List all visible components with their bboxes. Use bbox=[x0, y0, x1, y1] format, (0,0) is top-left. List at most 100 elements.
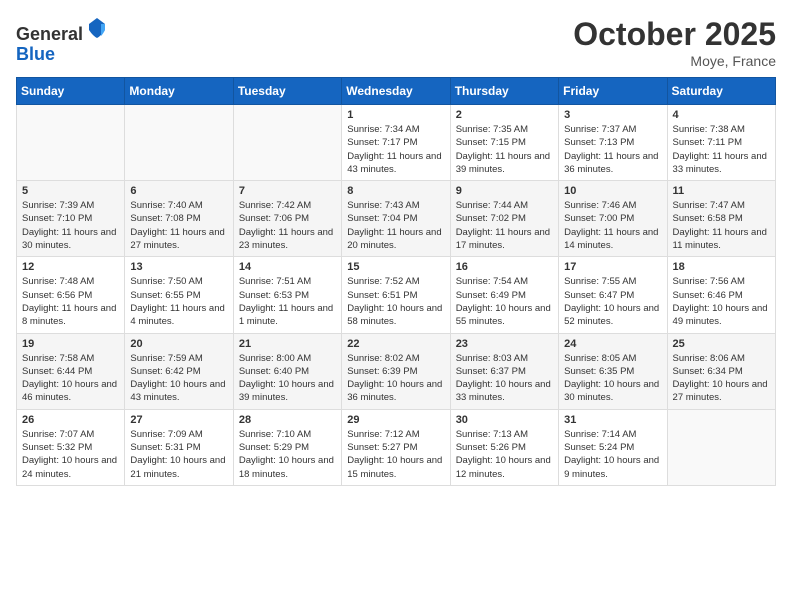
day-number: 10 bbox=[564, 185, 661, 197]
calendar-day-cell: 31 Sunrise: 7:14 AM Sunset: 5:24 PM Dayli… bbox=[559, 409, 667, 485]
day-number: 27 bbox=[130, 414, 227, 426]
calendar-day-cell bbox=[233, 105, 341, 181]
day-number: 24 bbox=[564, 338, 661, 350]
calendar-day-cell: 25Sunrise: 8:06 AM Sunset: 6:34 PM Dayli… bbox=[667, 333, 775, 409]
day-of-week-header: Thursday bbox=[450, 78, 558, 105]
calendar-day-cell: 3 Sunrise: 7:37 AM Sunset: 7:13 PM Daylig… bbox=[559, 105, 667, 181]
day-number: 6 bbox=[130, 185, 227, 197]
day-number: 30 bbox=[456, 414, 553, 426]
day-info: Sunrise: 8:03 AM Sunset: 6:37 PM Dayligh… bbox=[456, 352, 553, 405]
day-info: Sunrise: 7:35 AM Sunset: 7:15 PM Dayligh… bbox=[456, 123, 553, 176]
day-number: 8 bbox=[347, 185, 444, 197]
calendar-day-cell: 28 Sunrise: 7:10 AM Sunset: 5:29 PM Dayli… bbox=[233, 409, 341, 485]
day-info: Sunrise: 7:12 AM Sunset: 5:27 PM Dayligh… bbox=[347, 428, 444, 481]
calendar-table: SundayMondayTuesdayWednesdayThursdayFrid… bbox=[16, 77, 776, 486]
day-number: 26 bbox=[22, 414, 119, 426]
calendar-day-cell: 21 Sunrise: 8:00 AM Sunset: 6:40 PM Dayli… bbox=[233, 333, 341, 409]
calendar-day-cell: 18 Sunrise: 7:56 AM Sunset: 6:46 PM Dayli… bbox=[667, 257, 775, 333]
day-number: 29 bbox=[347, 414, 444, 426]
day-of-week-header: Saturday bbox=[667, 78, 775, 105]
day-number: 1 bbox=[347, 109, 444, 121]
day-info: Sunrise: 8:00 AM Sunset: 6:40 PM Dayligh… bbox=[239, 352, 336, 405]
day-info: Sunrise: 7:09 AM Sunset: 5:31 PM Dayligh… bbox=[130, 428, 227, 481]
logo: General Blue bbox=[16, 16, 109, 65]
day-info: Sunrise: 7:40 AM Sunset: 7:08 PM Dayligh… bbox=[130, 199, 227, 252]
calendar-day-cell: 24 Sunrise: 8:05 AM Sunset: 6:35 PM Dayli… bbox=[559, 333, 667, 409]
calendar-day-cell bbox=[17, 105, 125, 181]
day-of-week-header: Monday bbox=[125, 78, 233, 105]
calendar-day-cell: 4 Sunrise: 7:38 AM Sunset: 7:11 PM Daylig… bbox=[667, 105, 775, 181]
day-of-week-header: Wednesday bbox=[342, 78, 450, 105]
calendar-day-cell: 13Sunrise: 7:50 AM Sunset: 6:55 PM Dayli… bbox=[125, 257, 233, 333]
page-header: General Blue October 2025 Moye, France bbox=[16, 16, 776, 69]
calendar-week-row: 1 Sunrise: 7:34 AM Sunset: 7:17 PM Daylig… bbox=[17, 105, 776, 181]
day-number: 4 bbox=[673, 109, 770, 121]
day-info: Sunrise: 7:55 AM Sunset: 6:47 PM Dayligh… bbox=[564, 275, 661, 328]
calendar-day-cell: 16Sunrise: 7:54 AM Sunset: 6:49 PM Dayli… bbox=[450, 257, 558, 333]
calendar-day-cell: 15Sunrise: 7:52 AM Sunset: 6:51 PM Dayli… bbox=[342, 257, 450, 333]
logo-general: General bbox=[16, 24, 83, 44]
day-number: 25 bbox=[673, 338, 770, 350]
day-number: 19 bbox=[22, 338, 119, 350]
day-info: Sunrise: 7:58 AM Sunset: 6:44 PM Dayligh… bbox=[22, 352, 119, 405]
calendar-day-cell: 10 Sunrise: 7:46 AM Sunset: 7:00 PM Dayli… bbox=[559, 181, 667, 257]
day-number: 14 bbox=[239, 261, 336, 273]
day-number: 31 bbox=[564, 414, 661, 426]
day-number: 20 bbox=[130, 338, 227, 350]
day-number: 21 bbox=[239, 338, 336, 350]
day-info: Sunrise: 7:43 AM Sunset: 7:04 PM Dayligh… bbox=[347, 199, 444, 252]
day-number: 16 bbox=[456, 261, 553, 273]
calendar-week-row: 26 Sunrise: 7:07 AM Sunset: 5:32 PM Dayli… bbox=[17, 409, 776, 485]
day-info: Sunrise: 7:47 AM Sunset: 6:58 PM Dayligh… bbox=[673, 199, 770, 252]
calendar-day-cell: 22 Sunrise: 8:02 AM Sunset: 6:39 PM Dayli… bbox=[342, 333, 450, 409]
calendar-day-cell: 20Sunrise: 7:59 AM Sunset: 6:42 PM Dayli… bbox=[125, 333, 233, 409]
day-info: Sunrise: 8:02 AM Sunset: 6:39 PM Dayligh… bbox=[347, 352, 444, 405]
day-number: 12 bbox=[22, 261, 119, 273]
calendar-week-row: 5 Sunrise: 7:39 AM Sunset: 7:10 PM Daylig… bbox=[17, 181, 776, 257]
day-of-week-header: Friday bbox=[559, 78, 667, 105]
day-info: Sunrise: 7:46 AM Sunset: 7:00 PM Dayligh… bbox=[564, 199, 661, 252]
calendar-week-row: 12Sunrise: 7:48 AM Sunset: 6:56 PM Dayli… bbox=[17, 257, 776, 333]
day-info: Sunrise: 7:38 AM Sunset: 7:11 PM Dayligh… bbox=[673, 123, 770, 176]
calendar-week-row: 19 Sunrise: 7:58 AM Sunset: 6:44 PM Dayli… bbox=[17, 333, 776, 409]
day-info: Sunrise: 7:37 AM Sunset: 7:13 PM Dayligh… bbox=[564, 123, 661, 176]
calendar-day-cell: 23 Sunrise: 8:03 AM Sunset: 6:37 PM Dayli… bbox=[450, 333, 558, 409]
day-number: 5 bbox=[22, 185, 119, 197]
day-info: Sunrise: 7:14 AM Sunset: 5:24 PM Dayligh… bbox=[564, 428, 661, 481]
day-info: Sunrise: 7:56 AM Sunset: 6:46 PM Dayligh… bbox=[673, 275, 770, 328]
calendar-day-cell: 11Sunrise: 7:47 AM Sunset: 6:58 PM Dayli… bbox=[667, 181, 775, 257]
day-number: 9 bbox=[456, 185, 553, 197]
day-info: Sunrise: 7:10 AM Sunset: 5:29 PM Dayligh… bbox=[239, 428, 336, 481]
calendar-day-cell: 6 Sunrise: 7:40 AM Sunset: 7:08 PM Daylig… bbox=[125, 181, 233, 257]
calendar-day-cell: 12Sunrise: 7:48 AM Sunset: 6:56 PM Dayli… bbox=[17, 257, 125, 333]
day-number: 22 bbox=[347, 338, 444, 350]
calendar-day-cell: 14 Sunrise: 7:51 AM Sunset: 6:53 PM Dayli… bbox=[233, 257, 341, 333]
day-number: 2 bbox=[456, 109, 553, 121]
day-number: 17 bbox=[564, 261, 661, 273]
day-info: Sunrise: 8:05 AM Sunset: 6:35 PM Dayligh… bbox=[564, 352, 661, 405]
day-number: 28 bbox=[239, 414, 336, 426]
day-info: Sunrise: 7:44 AM Sunset: 7:02 PM Dayligh… bbox=[456, 199, 553, 252]
day-info: Sunrise: 7:39 AM Sunset: 7:10 PM Dayligh… bbox=[22, 199, 119, 252]
day-info: Sunrise: 7:51 AM Sunset: 6:53 PM Dayligh… bbox=[239, 275, 336, 328]
day-info: Sunrise: 7:07 AM Sunset: 5:32 PM Dayligh… bbox=[22, 428, 119, 481]
day-number: 18 bbox=[673, 261, 770, 273]
day-number: 3 bbox=[564, 109, 661, 121]
day-number: 13 bbox=[130, 261, 227, 273]
calendar-day-cell bbox=[667, 409, 775, 485]
calendar-day-cell: 19 Sunrise: 7:58 AM Sunset: 6:44 PM Dayli… bbox=[17, 333, 125, 409]
calendar-day-cell: 29 Sunrise: 7:12 AM Sunset: 5:27 PM Dayli… bbox=[342, 409, 450, 485]
day-number: 23 bbox=[456, 338, 553, 350]
day-info: Sunrise: 7:52 AM Sunset: 6:51 PM Dayligh… bbox=[347, 275, 444, 328]
calendar-day-cell: 2 Sunrise: 7:35 AM Sunset: 7:15 PM Daylig… bbox=[450, 105, 558, 181]
day-info: Sunrise: 7:34 AM Sunset: 7:17 PM Dayligh… bbox=[347, 123, 444, 176]
day-info: Sunrise: 7:13 AM Sunset: 5:26 PM Dayligh… bbox=[456, 428, 553, 481]
day-of-week-header: Sunday bbox=[17, 78, 125, 105]
calendar-day-cell: 8 Sunrise: 7:43 AM Sunset: 7:04 PM Daylig… bbox=[342, 181, 450, 257]
calendar-day-cell: 5 Sunrise: 7:39 AM Sunset: 7:10 PM Daylig… bbox=[17, 181, 125, 257]
day-of-week-header: Tuesday bbox=[233, 78, 341, 105]
logo-icon bbox=[85, 16, 109, 40]
calendar-day-cell: 1 Sunrise: 7:34 AM Sunset: 7:17 PM Daylig… bbox=[342, 105, 450, 181]
calendar-day-cell: 17 Sunrise: 7:55 AM Sunset: 6:47 PM Dayli… bbox=[559, 257, 667, 333]
calendar-day-cell: 7Sunrise: 7:42 AM Sunset: 7:06 PM Daylig… bbox=[233, 181, 341, 257]
